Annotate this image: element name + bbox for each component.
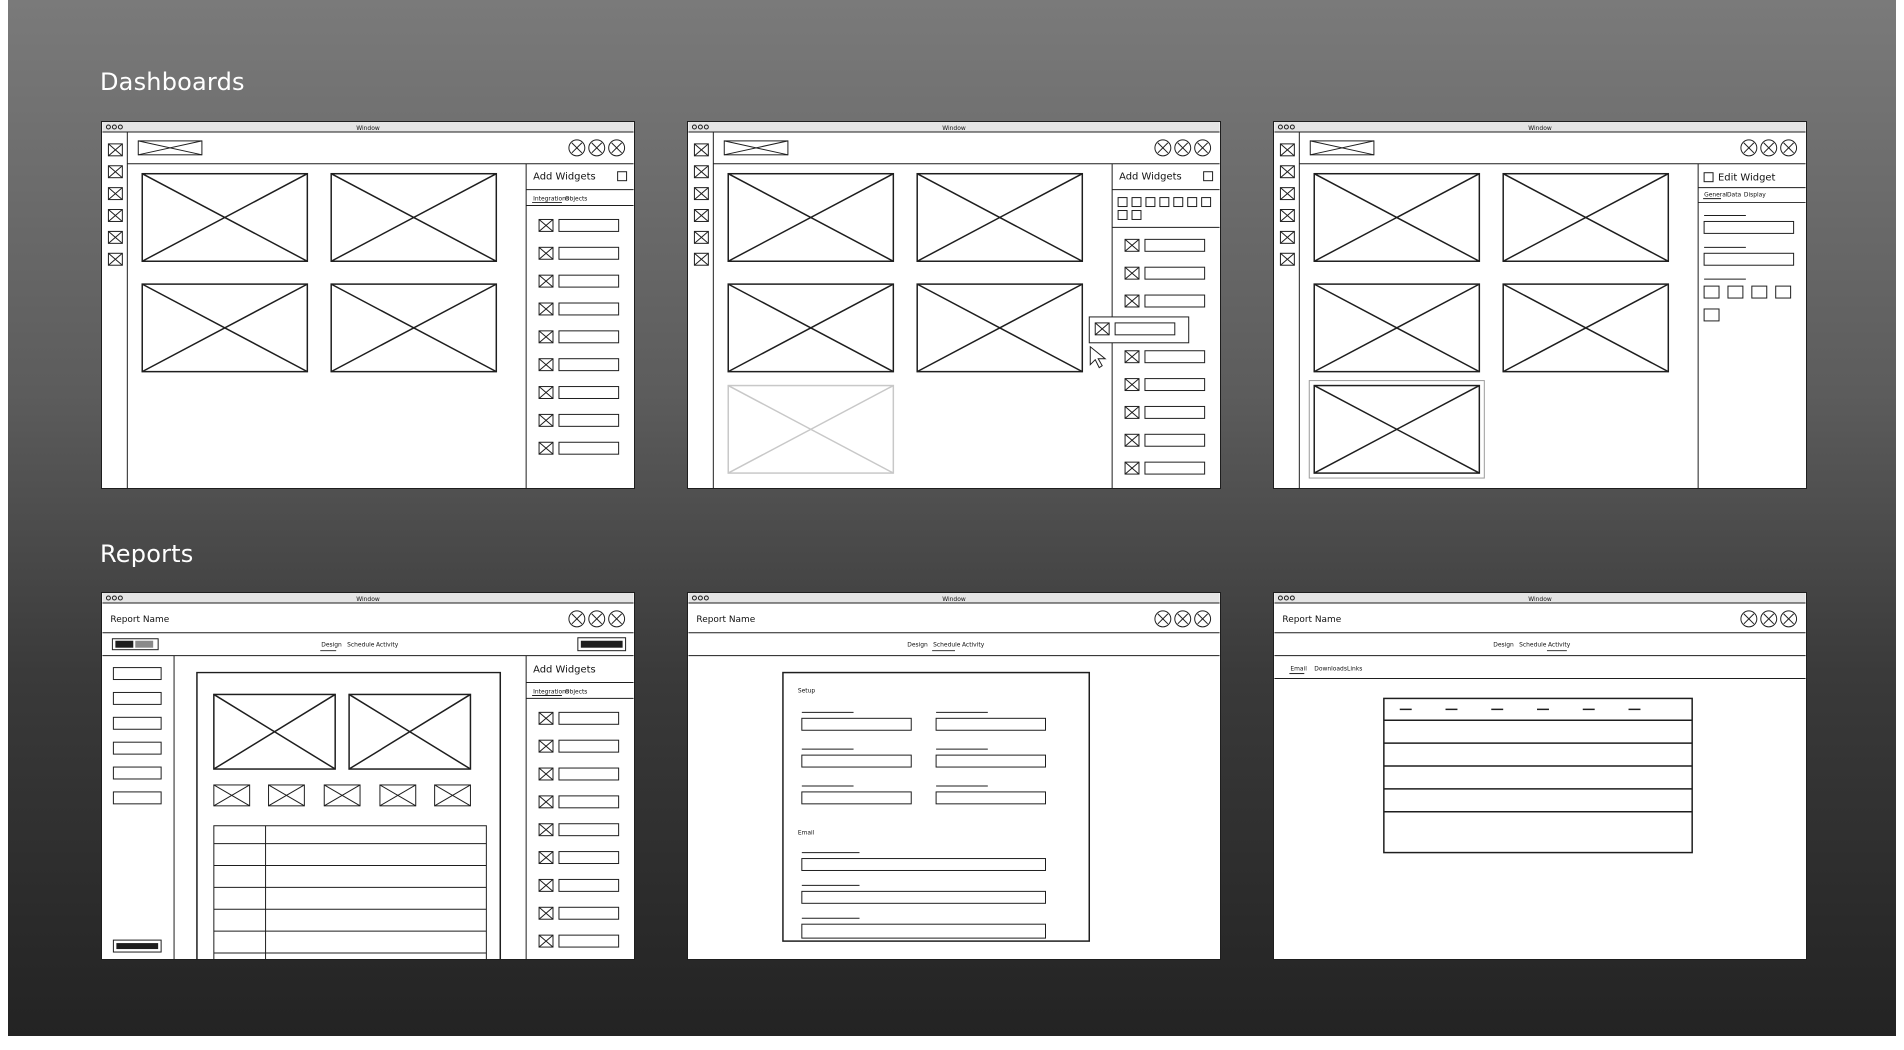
- window-control-icons: [1740, 610, 1798, 628]
- window-title: Window: [1528, 596, 1552, 603]
- panel-close-icon: [617, 171, 628, 182]
- section-title-dashboards: Dashboards: [100, 68, 245, 96]
- subtab-email[interactable]: Email: [1290, 666, 1307, 673]
- tab-activity[interactable]: Activity: [376, 642, 399, 649]
- window-title: Window: [356, 596, 380, 603]
- dashboard-wireframe-1: Window Add Widgets Integrations Objects: [102, 122, 634, 488]
- dashboard-wireframe-3: Window Edit Widget General Data Display: [1274, 122, 1806, 488]
- report-name: Report Name: [110, 615, 169, 625]
- panel-tab[interactable]: Integrations: [533, 688, 569, 695]
- panel-title: Add Widgets: [533, 172, 596, 183]
- activity-table: [1383, 697, 1693, 854]
- widget-placeholders: [141, 172, 498, 373]
- dashboard-frame-drag-widget: Window Add Widgets: [687, 121, 1221, 489]
- report-frame-schedule: Window Report Name Design Schedule Activ…: [687, 592, 1221, 960]
- setup-fields: [801, 711, 1046, 805]
- panel-title: Add Widgets: [533, 665, 596, 676]
- tab-activity[interactable]: Activity: [962, 642, 985, 649]
- panel-tab[interactable]: Display: [1744, 192, 1766, 199]
- rail-icons: [107, 143, 123, 266]
- edit-form: [1703, 214, 1795, 322]
- report-wireframe-3: Window Report Name Design Schedule Activ…: [1274, 593, 1806, 854]
- report-wireframe-2: Window Report Name Design Schedule Activ…: [688, 593, 1220, 942]
- tab-design[interactable]: Design: [1493, 642, 1514, 649]
- report-left-list: [112, 667, 162, 953]
- logo-placeholder: [137, 140, 203, 156]
- section-title-reports: Reports: [100, 540, 194, 568]
- email-label: Email: [798, 830, 815, 837]
- report-name: Report Name: [696, 615, 755, 625]
- dashboard-frame-edit-widget: Window Edit Widget General Data Display: [1273, 121, 1807, 489]
- report-name: Report Name: [1282, 615, 1341, 625]
- tab-schedule[interactable]: Schedule: [1519, 642, 1547, 649]
- window-title: Window: [1528, 125, 1552, 132]
- panel-tab[interactable]: Objects: [565, 196, 588, 203]
- panel-tab[interactable]: Objects: [565, 688, 588, 695]
- tab-design[interactable]: Design: [907, 642, 928, 649]
- tab-design[interactable]: Design: [321, 642, 342, 649]
- subtab-downloads[interactable]: Downloads: [1314, 666, 1347, 673]
- widget-list: [538, 218, 620, 455]
- tab-activity[interactable]: Activity: [1548, 642, 1571, 649]
- report-frame-activity: Window Report Name Design Schedule Activ…: [1273, 592, 1807, 960]
- panel-title: Add Widgets: [1119, 172, 1182, 183]
- tab-schedule[interactable]: Schedule: [933, 642, 961, 649]
- subtab-links[interactable]: Links: [1347, 666, 1362, 673]
- panel-tab[interactable]: General: [1704, 192, 1728, 199]
- tab-schedule[interactable]: Schedule: [347, 642, 375, 649]
- window-control-icons: [1154, 610, 1212, 628]
- widget-list: [538, 711, 620, 948]
- setup-label: Setup: [798, 687, 816, 694]
- dashboard-frame-add-widgets: Window Add Widgets Integrations Objects: [101, 121, 635, 489]
- email-fields: [801, 852, 1046, 939]
- report-wireframe-1: Window Report Name Design Schedule Activ…: [102, 593, 634, 959]
- cursor-icon: [1089, 345, 1107, 369]
- widget-icon: [1703, 172, 1714, 183]
- wireframe-board: Dashboards Reports Window Add Widgets In…: [8, 0, 1896, 1036]
- window-control-icons: [568, 139, 626, 157]
- window-control-icons: [568, 610, 626, 628]
- report-small-widgets: [213, 784, 471, 807]
- window-title: Window: [942, 125, 966, 132]
- panel-title: Edit Widget: [1718, 173, 1776, 184]
- ghost-widget-placeholder: [727, 384, 895, 474]
- window-title: Window: [942, 596, 966, 603]
- panel-close-icon: [1203, 171, 1214, 182]
- icon-filter-row: [1117, 197, 1212, 220]
- report-table: [213, 825, 487, 959]
- dashboard-wireframe-2: Window Add Widgets: [688, 122, 1220, 488]
- panel-tab[interactable]: Data: [1727, 192, 1742, 199]
- window-title: Window: [356, 125, 380, 132]
- report-frame-design: Window Report Name Design Schedule Activ…: [101, 592, 635, 960]
- panel-tab[interactable]: Integrations: [533, 196, 569, 203]
- report-canvas: [196, 671, 502, 959]
